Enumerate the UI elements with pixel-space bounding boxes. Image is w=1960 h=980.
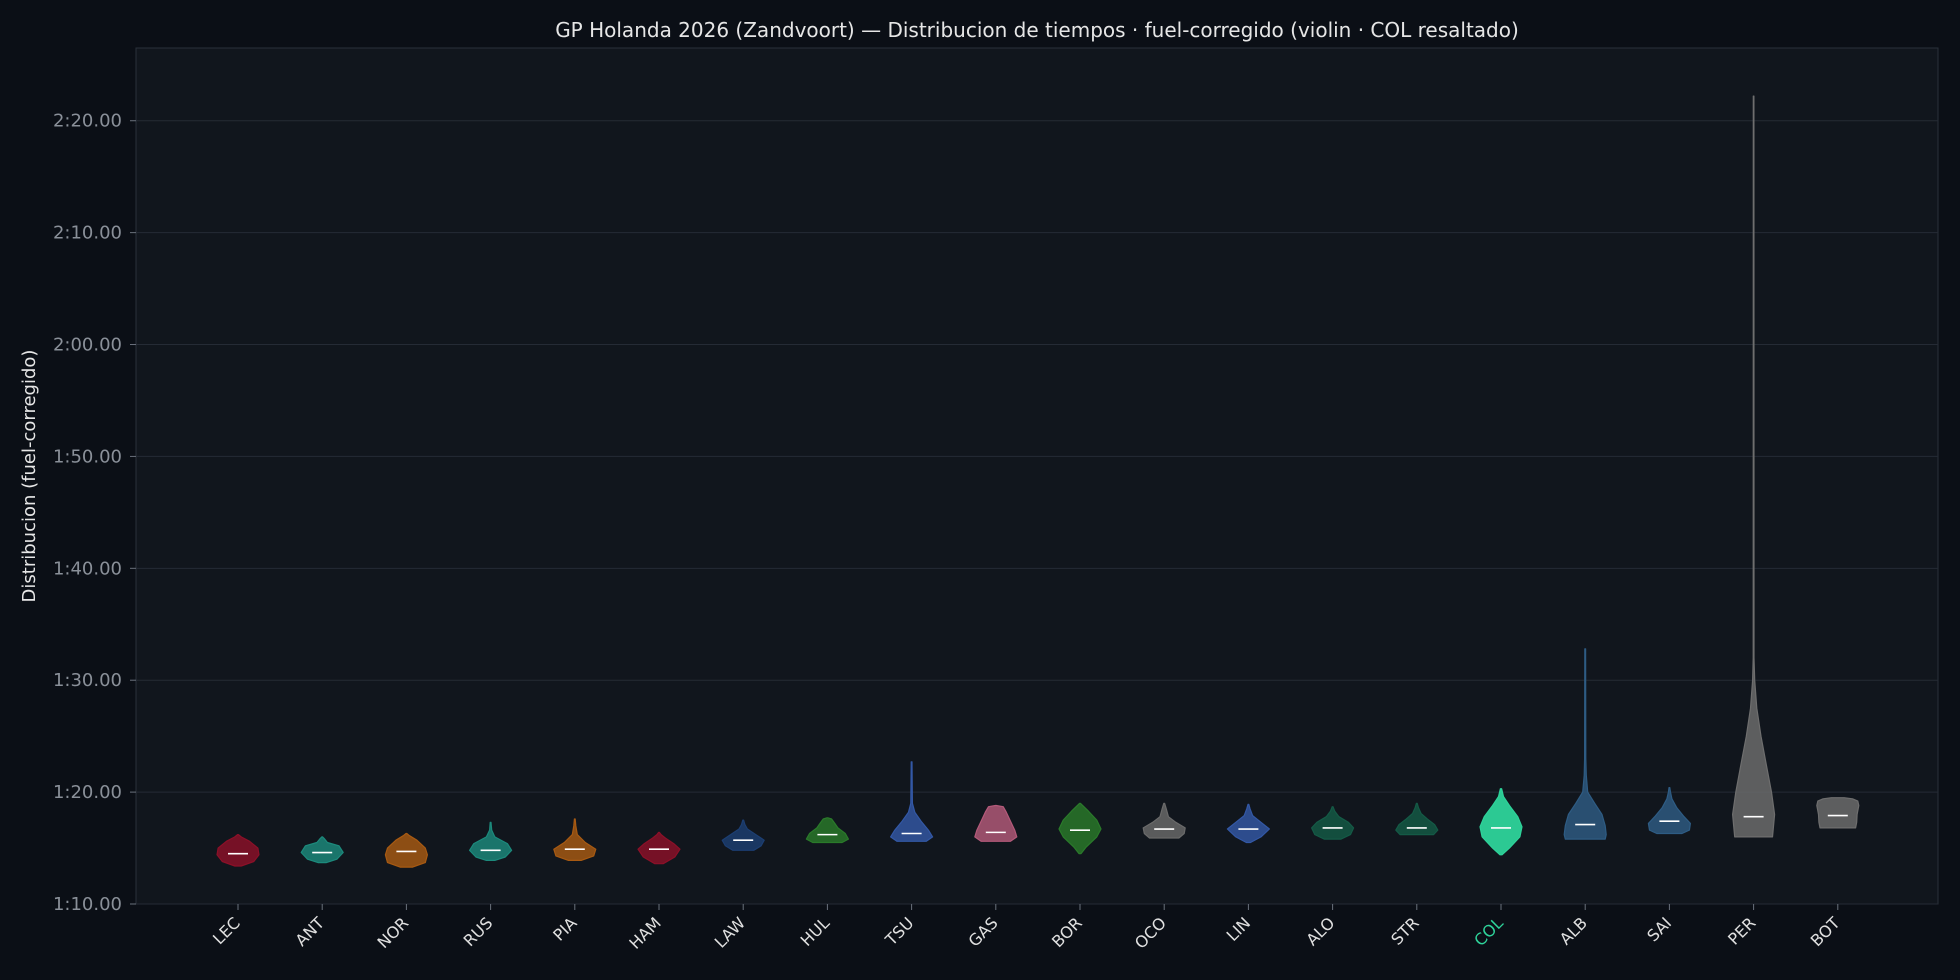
chart-canvas: 1:10.00 1:20.00 1:30.00 1:40.00 1:50.00 2:00.… [0, 0, 1960, 980]
chart-title: GP Holanda 2026 (Zandvoort) — Distribuci… [555, 18, 1519, 42]
y-tick-label: 2:00.00 [53, 335, 122, 356]
y-tick-label: 1:50.00 [53, 446, 122, 467]
violin-bot [1816, 797, 1860, 829]
y-tick-label: 1:10.00 [53, 894, 122, 915]
y-tick-label: 1:40.00 [53, 558, 122, 579]
violin-chart: 1:10.00 1:20.00 1:30.00 1:40.00 1:50.00 2:00.… [0, 0, 1960, 980]
y-axis-label: Distribucion (fuel-corregido) [19, 350, 40, 603]
y-tick-label: 2:10.00 [53, 223, 122, 244]
y-tick-label: 1:20.00 [53, 782, 122, 803]
plot-area [135, 47, 1939, 905]
y-tick-label: 1:30.00 [53, 670, 122, 691]
y-tick-label: 2:20.00 [53, 111, 122, 132]
